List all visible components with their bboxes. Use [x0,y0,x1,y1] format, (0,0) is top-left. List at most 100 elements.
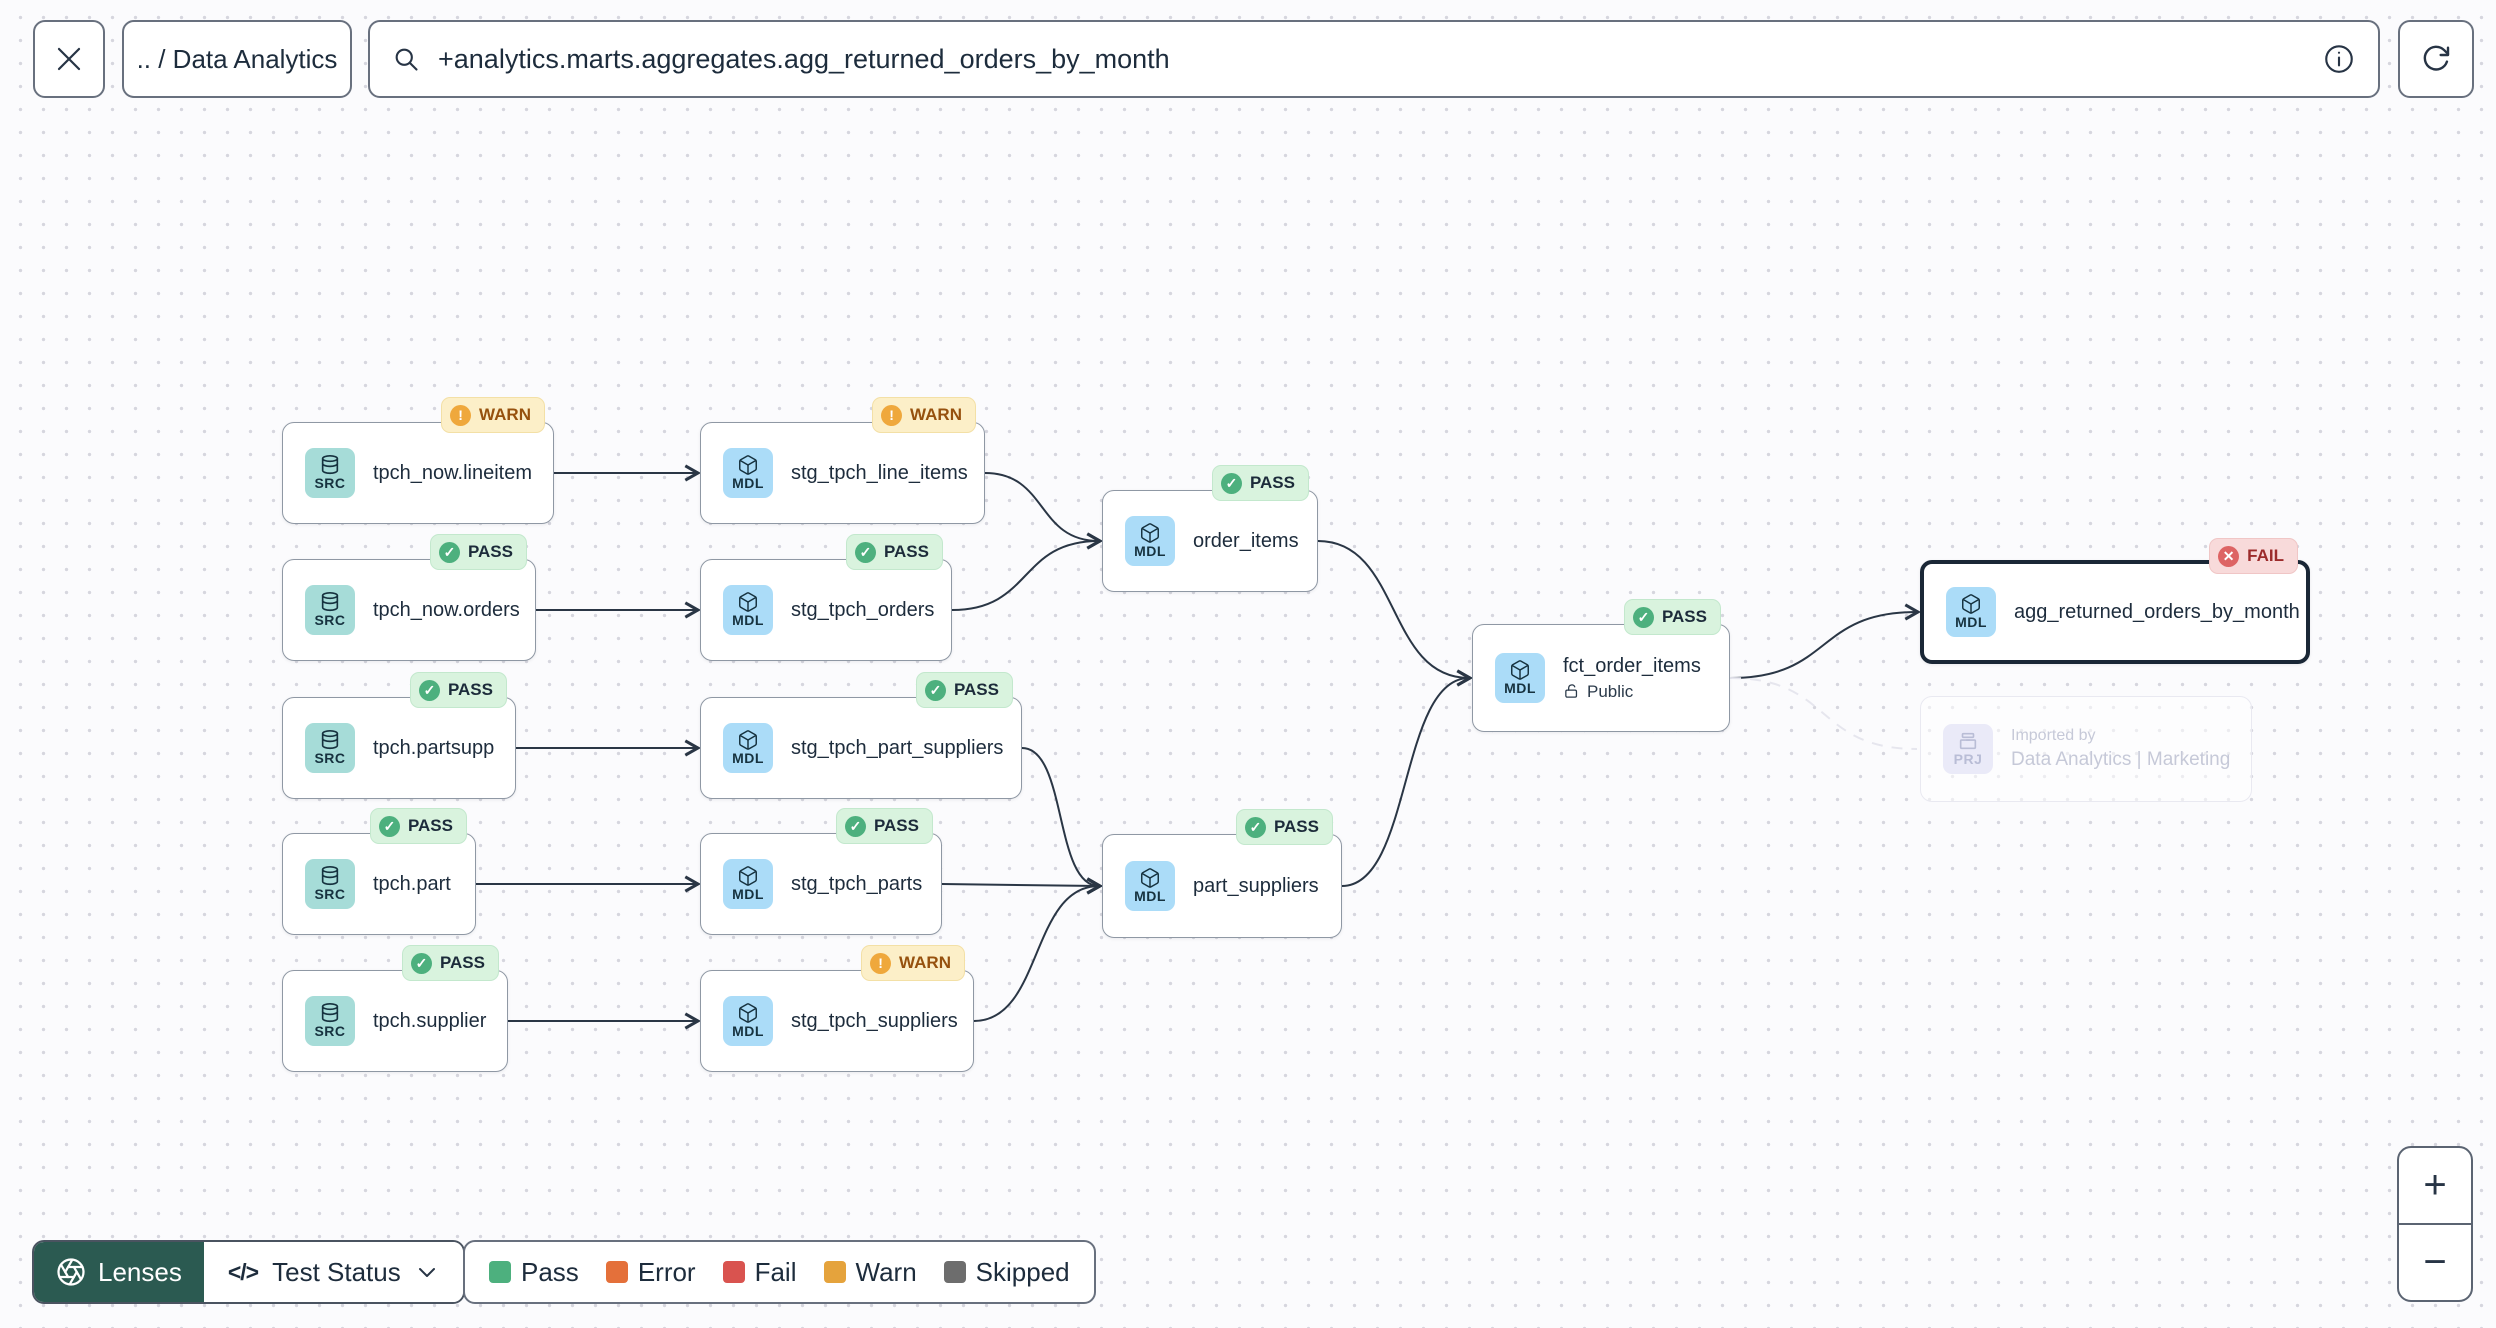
cube-icon-box: MDL [723,996,773,1046]
node-text: fct_order_items Public [1563,655,1701,702]
status-dot: ✓ [418,679,440,701]
graph-node-stg_suppliers[interactable]: MDL stg_tpch_suppliers! WARN [700,945,974,1072]
lens-control-group: Lenses </> Test Status [32,1240,465,1304]
node-text: part_suppliers [1193,875,1319,898]
search-icon [392,45,420,73]
graph-node-order_items[interactable]: MDL order_items ✓ PASS [1102,465,1318,592]
node-type-label: SRC [314,886,346,903]
search-bar[interactable] [368,20,2380,98]
unlock-icon [1563,683,1580,700]
legend-label: Error [637,1256,696,1287]
graph-node-stg_orders[interactable]: MDL stg_tpch_orders ✓ PASS [700,534,952,661]
edge-part_suppliers-to-fct_order_items [1341,669,1473,887]
status-badge-label: WARN [910,405,962,424]
graph-node-src_supplier[interactable]: SRC tpch.supplier ✓ PASS [282,945,508,1072]
x-icon [54,44,84,74]
edge-fct_order_items-to-imported_by [1729,677,1918,750]
database-icon-box: SRC [305,859,355,909]
status-badge-label: PASS [447,680,493,699]
status-badge-pass: ✓ PASS [429,534,527,570]
graph-node-agg_returned_orders_by_month[interactable]: MDL agg_returned_orders_by_month ✕ FAIL [1920,538,2310,664]
graph-node-src_orders[interactable]: SRC tpch_now.orders ✓ PASS [282,534,536,661]
legend-item-pass: Pass [489,1257,579,1288]
search-input[interactable] [436,42,2306,76]
node-type-label: PRJ [1953,751,1983,768]
graph-node-stg_part_suppliers[interactable]: MDL stg_tpch_part_suppliers ✓ PASS [700,672,1022,799]
edge-stg_part_suppliers-to-part_suppliers [1021,747,1103,895]
status-dot: ✓ [378,815,400,837]
status-dot: ✓ [854,541,876,563]
node-label: tpch.partsupp [373,736,495,759]
node-text: stg_tpch_part_suppliers [791,737,1003,760]
status-badge-pass: ✓ PASS [915,672,1013,708]
cube-icon-box: MDL [723,585,773,635]
lens-selector-label: Test Status [272,1256,401,1287]
close-button[interactable] [33,20,105,98]
graph-node-src_lineitem[interactable]: SRC tpch_now.lineitem! WARN [282,397,554,524]
node-label: stg_tpch_line_items [791,461,968,484]
graph-node-part_suppliers[interactable]: MDL part_suppliers ✓ PASS [1102,809,1342,938]
breadcrumb-label: .. / Data Analytics [136,43,338,74]
database-icon-box: SRC [305,723,355,773]
legend-item-error: Error [605,1256,696,1288]
status-badge-pass: ✓ PASS [401,945,499,981]
graph-node-stg_line_items[interactable]: MDL stg_tpch_line_items! WARN [700,397,985,524]
node-label: tpch.supplier [373,1009,487,1032]
edge-stg_parts-to-part_suppliers [941,877,1103,895]
status-badge-label: WARN [479,405,531,424]
node-type-label: SRC [314,750,346,767]
status-dot: ✓ [1632,606,1654,628]
status-dot: ✓ [410,952,432,974]
node-label: order_items [1193,529,1299,552]
node-type-label: MDL [732,1023,764,1040]
aperture-icon [56,1257,86,1287]
status-badge-pass: ✓ PASS [1211,465,1309,501]
status-badge-label: PASS [873,816,919,835]
status-badge-label: PASS [439,953,485,972]
zoom-out-button[interactable]: − [2399,1223,2471,1300]
node-text: tpch.part [373,873,451,896]
cube-icon-box: MDL [1495,653,1545,703]
node-text: tpch_now.lineitem [373,462,532,485]
info-icon[interactable] [2322,42,2356,76]
lineage-canvas[interactable]: SRC tpch_now.lineitem ! WARN SRC tpch_now.ord… [0,0,2496,1328]
node-text: agg_returned_orders_by_month [2014,601,2300,624]
legend-label: Warn [855,1256,917,1287]
lens-selector-dropdown[interactable]: </> Test Status [203,1242,463,1302]
status-dot: ✕ [2218,545,2240,567]
graph-node-stg_parts[interactable]: MDL stg_tpch_parts ✓ PASS [700,808,942,935]
refresh-button[interactable] [2398,20,2474,98]
status-dot: ✓ [1220,472,1242,494]
status-dot: ✓ [844,815,866,837]
status-badge-label: PASS [1249,473,1295,492]
graph-node-src_partsupp[interactable]: SRC tpch.partsupp ✓ PASS [282,672,516,799]
graph-node-src_part[interactable]: SRC tpch.part ✓ PASS [282,808,476,935]
legend-item-fail: Fail [722,1257,797,1288]
status-badge-label: FAIL [2247,546,2284,565]
legend-swatch [605,1261,628,1283]
node-label: stg_tpch_parts [791,872,923,895]
status-badge-fail: ✕ FAIL [2209,538,2298,574]
status-badge-label: PASS [953,680,999,699]
lenses-button[interactable]: Lenses [34,1242,204,1302]
node-text: tpch_now.orders [373,599,520,622]
node-text: tpch.supplier [373,1010,486,1033]
node-type-label: SRC [314,475,346,492]
legend-swatch [722,1261,745,1283]
graph-node-imported_by[interactable]: PRJ Imported by Data Analytics | Marketing [1920,696,2252,802]
breadcrumb[interactable]: .. / Data Analytics [122,20,352,98]
status-dot: ✓ [438,541,460,563]
chevron-down-icon [415,1260,439,1284]
legend-item-skipped: Skipped [943,1257,1070,1288]
zoom-in-button[interactable]: + [2399,1148,2471,1223]
node-label: part_suppliers [1193,874,1319,897]
graph-node-fct_order_items[interactable]: MDL fct_order_items Public ✓ PASS [1472,599,1730,732]
status-badge-warn: ! WARN [872,397,976,433]
edge-stg_orders-to-order_items [951,532,1103,611]
node-type-label: MDL [1134,543,1166,560]
status-dot: ✓ [924,679,946,701]
node-text: stg_tpch_suppliers [791,1010,958,1033]
edge-order_items-to-fct_order_items [1317,540,1473,687]
ghost-node-project: Data Analytics | Marketing [2011,749,2231,770]
status-badge-pass: ✓ PASS [845,534,943,570]
